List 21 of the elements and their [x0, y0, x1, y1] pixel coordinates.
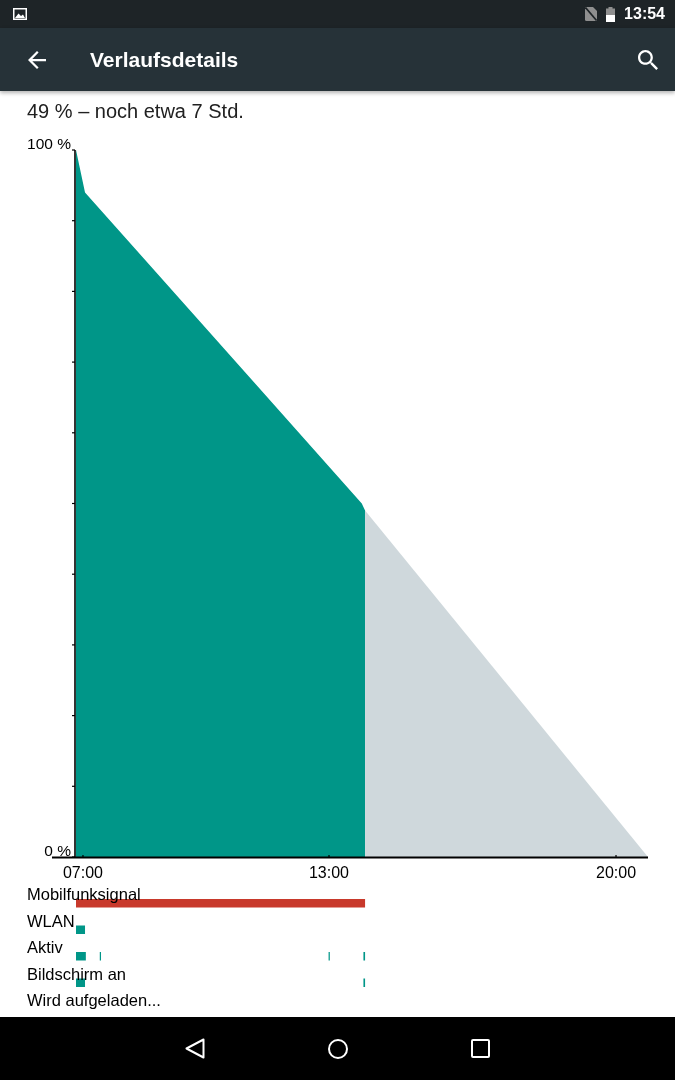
search-icon[interactable]	[638, 49, 658, 70]
app-bar-title: Verlaufsdetails	[90, 49, 239, 70]
back-icon[interactable]	[185, 1038, 205, 1059]
x-axis-label: 07:00	[62, 864, 103, 881]
no-sim-icon	[585, 7, 598, 21]
lane-label: Aktiv	[27, 938, 63, 956]
battery-summary: 49 % – noch etwa 7 Std.	[27, 100, 244, 122]
recents-icon[interactable]	[471, 1039, 490, 1058]
image-icon	[13, 8, 27, 20]
status-time: 13:54	[624, 6, 665, 22]
lane-label: Wird aufgeladen...	[27, 991, 161, 1009]
x-axis-label: 13:00	[308, 864, 349, 881]
back-arrow-icon[interactable]	[28, 50, 46, 69]
x-axis-label: 20:00	[596, 864, 637, 881]
home-icon[interactable]	[328, 1038, 348, 1059]
lane-label: Bildschirm an	[27, 964, 127, 983]
y-axis-label: 0 %	[44, 842, 71, 859]
lane-label: Mobilfunksignal	[27, 885, 141, 903]
lane-label: WLAN	[27, 911, 75, 930]
battery-icon	[606, 6, 616, 22]
y-axis-label: 100 %	[27, 135, 71, 152]
